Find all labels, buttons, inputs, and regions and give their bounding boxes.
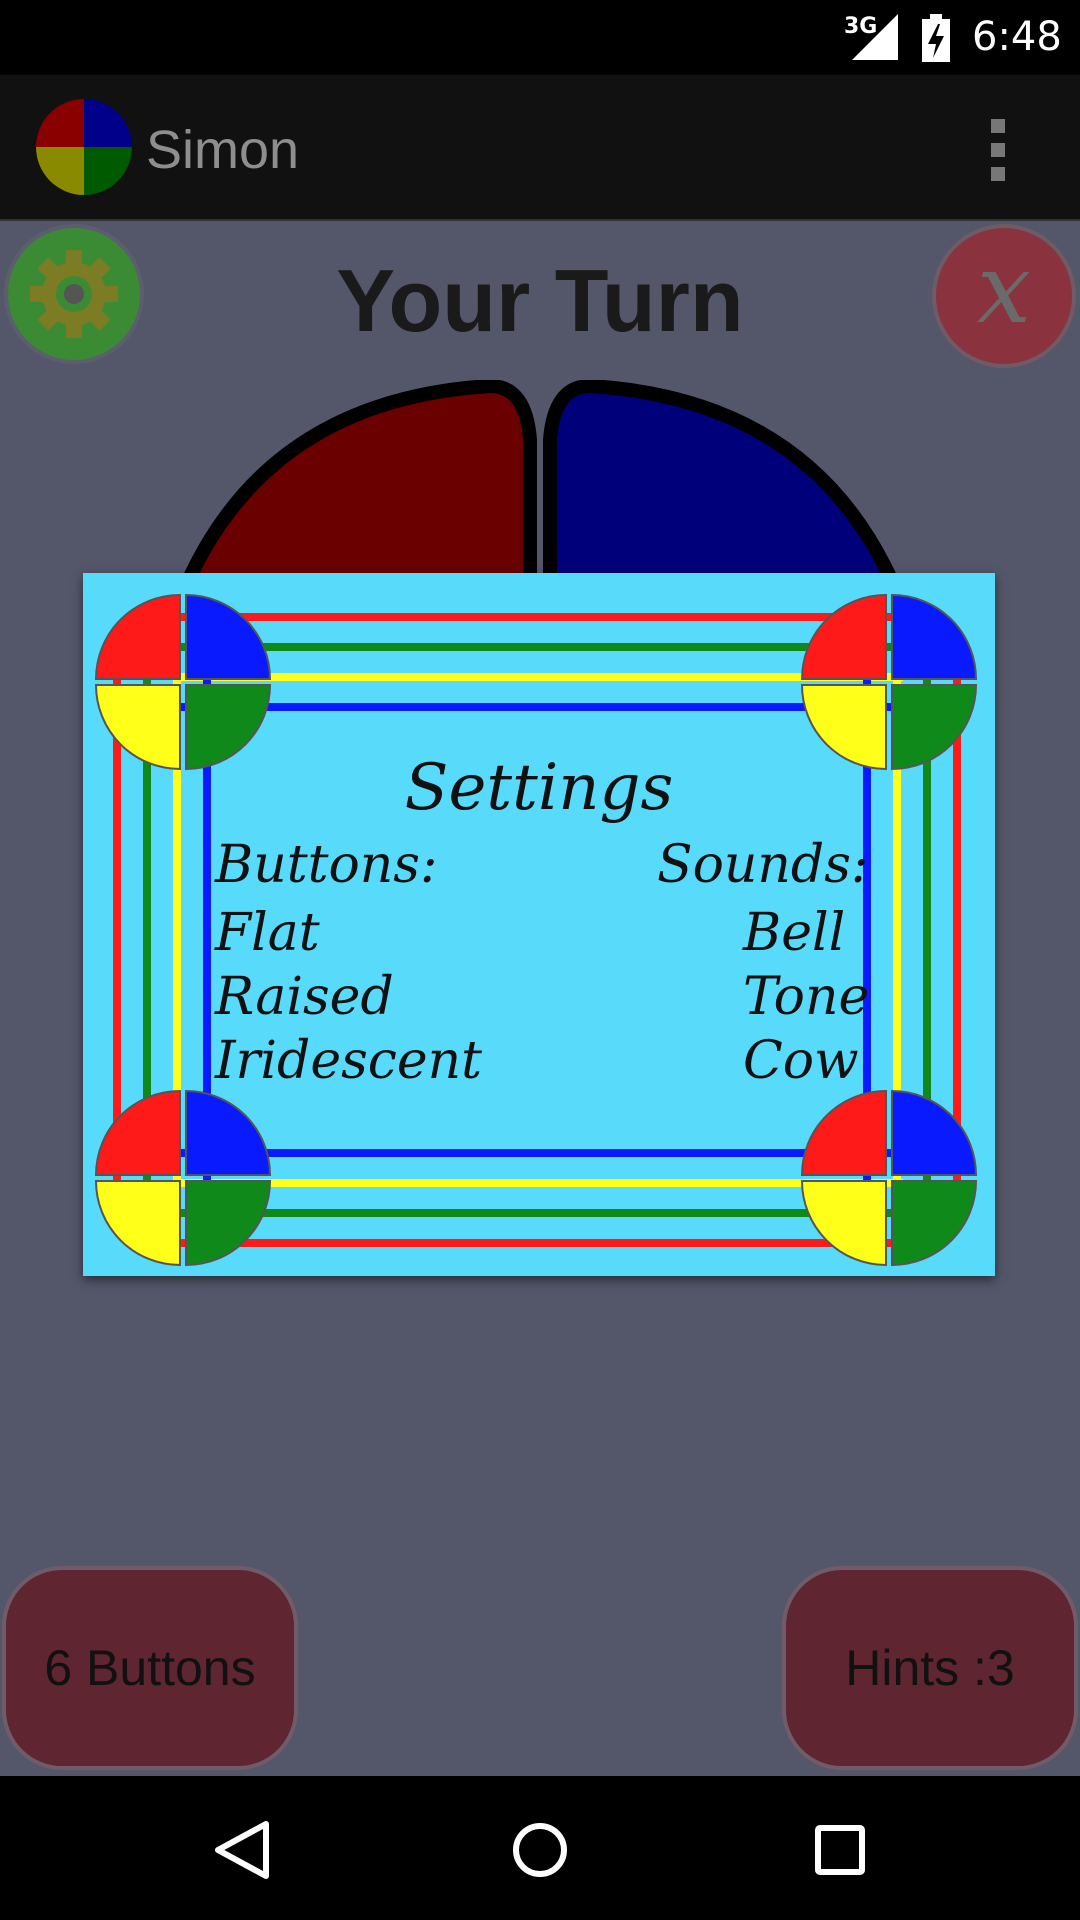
turn-indicator: Your Turn: [336, 251, 744, 350]
recent-apps-icon[interactable]: [814, 1824, 866, 1876]
back-icon[interactable]: [214, 1820, 270, 1880]
button-count-button[interactable]: 6 Buttons: [2, 1566, 298, 1770]
sound-option-cow[interactable]: Cow: [743, 1031, 859, 1091]
app-title: Simon: [146, 120, 300, 180]
exit-button[interactable]: x: [932, 224, 1076, 368]
status-bar: 3G 6:48: [0, 0, 1080, 75]
overflow-menu-icon[interactable]: [978, 115, 1018, 185]
home-icon[interactable]: [512, 1820, 568, 1880]
settings-dialog: Settings Buttons: Sounds: Flat Raised Ir…: [83, 573, 995, 1276]
dialog-title: Settings: [404, 751, 674, 825]
navigation-bar: [0, 1776, 1080, 1920]
battery-charging-icon: [922, 14, 950, 62]
sound-option-tone[interactable]: Tone: [743, 967, 869, 1027]
sounds-header: Sounds:: [657, 835, 869, 895]
simon-board: [180, 380, 900, 600]
button-option-iridescent[interactable]: Iridescent: [215, 1031, 482, 1091]
blue-pad[interactable]: [543, 380, 900, 600]
corner-emblem-top-right: [800, 593, 978, 771]
hints-button[interactable]: Hints :3: [782, 1566, 1078, 1770]
corner-emblem-bottom-right: [800, 1089, 978, 1267]
sound-option-bell[interactable]: Bell: [743, 903, 845, 963]
clock: 6:48: [972, 14, 1062, 60]
corner-emblem-bottom-left: [94, 1089, 272, 1267]
red-pad[interactable]: [180, 380, 537, 600]
app-logo-icon: [36, 99, 132, 195]
app-bar: Simon: [0, 75, 1080, 221]
button-option-flat[interactable]: Flat: [215, 903, 320, 963]
buttons-header: Buttons:: [215, 835, 438, 895]
corner-emblem-top-left: [94, 593, 272, 771]
signal-icon: [852, 14, 898, 60]
button-option-raised[interactable]: Raised: [215, 967, 394, 1027]
